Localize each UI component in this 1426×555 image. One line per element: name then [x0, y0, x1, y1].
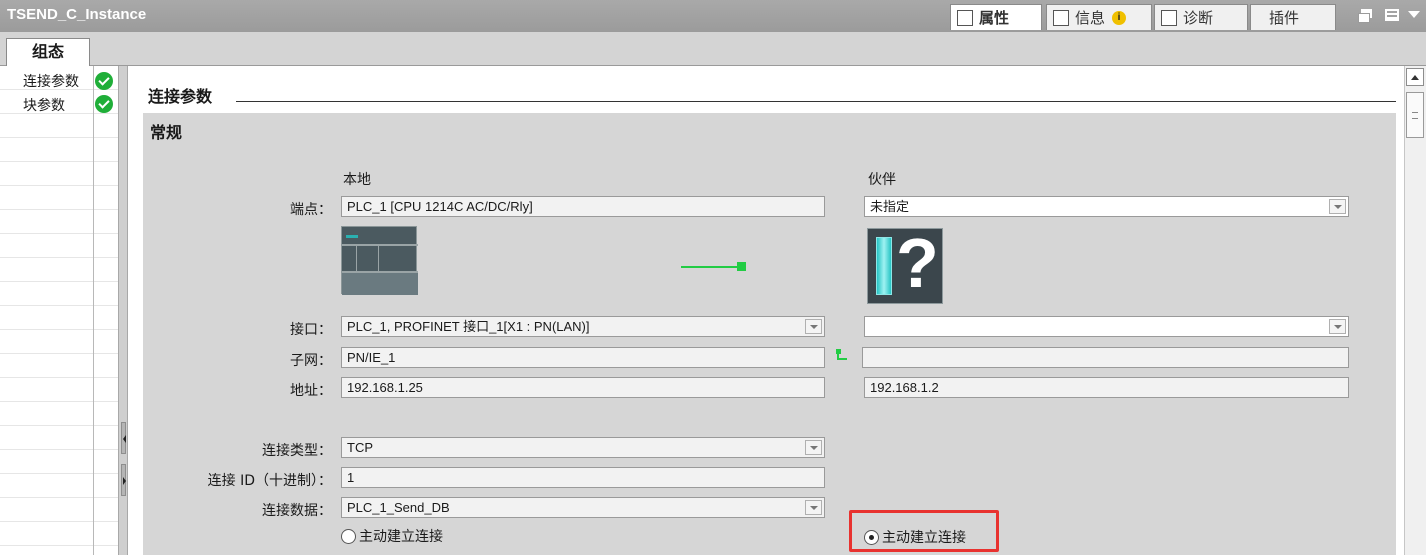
partner-active-connection-radio[interactable]: 主动建立连接	[864, 527, 966, 547]
tab-plugins[interactable]: 插件	[1250, 4, 1336, 30]
chevron-down-icon[interactable]	[805, 500, 822, 515]
partner-endpoint-value: 未指定	[870, 199, 910, 214]
info-icon	[1053, 9, 1069, 26]
plc-strip	[342, 244, 418, 246]
stack-view-icon[interactable]	[1385, 9, 1399, 21]
connection-type-value: TCP	[347, 440, 373, 455]
window-title: TSEND_C_Instance	[7, 6, 147, 23]
local-endpoint-field[interactable]: PLC_1 [CPU 1214C AC/DC/Rly]	[341, 196, 825, 217]
plc-base	[342, 273, 418, 295]
unspecified-partner-icon: ?	[867, 224, 943, 304]
connection-type-select[interactable]: TCP	[341, 437, 825, 458]
section-divider	[236, 101, 1396, 102]
nav-status-column	[94, 66, 118, 555]
diagnostics-icon	[1161, 9, 1177, 26]
subnet-link-icon	[836, 349, 847, 361]
subnet-node	[836, 349, 841, 354]
connection-line	[681, 266, 739, 268]
nav-tree	[0, 66, 94, 555]
partner-address-field[interactable]: 192.168.1.2	[864, 377, 1349, 398]
chevron-down-icon[interactable]	[1329, 319, 1346, 334]
local-plc-image	[341, 226, 418, 295]
endpoint-label: 端点：	[290, 202, 332, 218]
group-title: 常规	[150, 123, 183, 142]
tab-diagnostics[interactable]: 诊断	[1154, 4, 1248, 30]
arrow-right-icon	[123, 477, 126, 485]
local-interface-select[interactable]: PLC_1, PROFINET 接口_1[X1 : PN(LAN)]	[341, 316, 825, 337]
radio-on-icon	[864, 529, 879, 545]
check-circle-icon	[95, 72, 113, 90]
vertical-scrollbar[interactable]	[1404, 66, 1426, 555]
plc-divider	[378, 245, 379, 271]
connection-data-value: PLC_1_Send_DB	[347, 500, 450, 515]
local-active-connection-label: 主动建立连接	[359, 529, 443, 545]
expand-right-handle[interactable]	[121, 464, 126, 496]
tab-properties[interactable]: 属性	[950, 4, 1042, 30]
local-subnet-field[interactable]: PN/IE_1	[341, 347, 825, 368]
plc-led	[346, 235, 358, 238]
arrow-left-icon	[123, 435, 126, 443]
address-label: 地址：	[290, 383, 332, 399]
section-title: 连接参数	[148, 87, 213, 106]
chevron-down-icon[interactable]	[805, 319, 822, 334]
local-interface-value: PLC_1, PROFINET 接口_1[X1 : PN(LAN)]	[347, 319, 590, 334]
connection-type-label: 连接类型：	[262, 443, 332, 459]
plc-divider	[356, 245, 357, 271]
info-badge-icon: i	[1112, 10, 1127, 25]
tab-configuration[interactable]: 组态	[6, 38, 90, 66]
title-bar: TSEND_C_Instance 属性 信息 i 诊断 插件	[0, 0, 1426, 32]
connection-port-icon	[737, 262, 746, 271]
connection-id-label: 连接 ID（十进制）：	[207, 473, 332, 489]
connection-id-field[interactable]: 1	[341, 467, 825, 488]
partner-active-connection-label: 主动建立连接	[882, 530, 966, 546]
tab-info[interactable]: 信息 i	[1046, 4, 1152, 30]
properties-icon	[957, 9, 973, 26]
chevron-down-icon[interactable]	[805, 440, 822, 455]
partner-subnet-field[interactable]	[862, 347, 1349, 368]
scroll-up-icon[interactable]	[1406, 68, 1424, 86]
partner-endpoint-select[interactable]: 未指定	[864, 196, 1349, 217]
partner-device-bar	[876, 237, 892, 295]
tab-info-label: 信息	[1075, 9, 1106, 27]
interface-label: 接口：	[290, 322, 332, 338]
tab-properties-label: 属性	[979, 9, 1010, 27]
tab-diagnostics-label: 诊断	[1183, 9, 1214, 27]
nav-item-block-params[interactable]: 块参数	[23, 95, 65, 115]
collapse-left-handle[interactable]	[121, 422, 126, 454]
section-tab-row: 组态	[0, 32, 1426, 66]
scroll-thumb[interactable]	[1406, 92, 1424, 138]
check-circle-icon	[95, 95, 113, 113]
pane-splitter[interactable]	[118, 66, 128, 555]
float-window-icon[interactable]	[1358, 9, 1372, 23]
partner-interface-select[interactable]	[864, 316, 1349, 337]
local-active-connection-radio[interactable]: 主动建立连接	[341, 526, 443, 546]
local-address-field[interactable]: 192.168.1.25	[341, 377, 825, 398]
local-column-header: 本地	[343, 172, 371, 188]
chevron-down-icon[interactable]	[1329, 199, 1346, 214]
tab-plugins-label: 插件	[1269, 9, 1300, 27]
nav-item-connection-params[interactable]: 连接参数	[23, 71, 79, 91]
partner-column-header: 伙伴	[868, 172, 896, 188]
connection-data-select[interactable]: PLC_1_Send_DB	[341, 497, 825, 518]
question-mark-icon: ?	[896, 224, 939, 302]
connection-data-label: 连接数据：	[262, 503, 332, 519]
radio-off-icon	[341, 528, 356, 544]
subnet-label: 子网：	[290, 353, 332, 369]
window-menu-chevron-icon[interactable]	[1408, 11, 1420, 18]
